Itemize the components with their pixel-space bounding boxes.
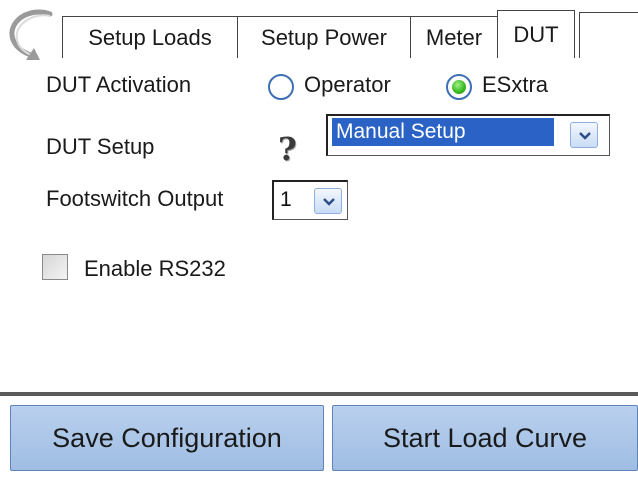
dut-setup-label: DUT Setup xyxy=(46,134,155,159)
footswitch-output-value: 1 xyxy=(280,188,292,211)
tab-bar: Setup Loads Setup Power Meter DUT xyxy=(62,10,575,58)
footswitch-output-label: Footswitch Output xyxy=(46,186,224,211)
divider xyxy=(0,392,638,396)
tab-setup-loads[interactable]: Setup Loads xyxy=(62,16,238,58)
dut-settings-screen: Setup Loads Setup Power Meter DUT DUT Ac… xyxy=(0,0,638,481)
tab-setup-power[interactable]: Setup Power xyxy=(237,16,411,58)
tab-meter[interactable]: Meter xyxy=(410,16,498,58)
chevron-down-icon[interactable] xyxy=(570,122,598,148)
chevron-down-icon[interactable] xyxy=(314,188,342,214)
tab-bar-filler xyxy=(579,12,638,58)
save-configuration-button[interactable]: Save Configuration xyxy=(10,405,324,471)
dut-activation-label: DUT Activation xyxy=(46,72,192,97)
enable-rs232-checkbox[interactable] xyxy=(42,254,68,280)
footswitch-output-select[interactable]: 1 xyxy=(272,180,348,220)
dut-setup-select[interactable]: Manual Setup xyxy=(326,114,610,156)
operator-radio-label[interactable]: Operator xyxy=(304,72,391,98)
start-load-curve-button[interactable]: Start Load Curve xyxy=(332,405,638,471)
tab-dut[interactable]: DUT xyxy=(497,10,575,58)
operator-radio[interactable] xyxy=(268,74,294,100)
esxtra-radio-label[interactable]: ESxtra xyxy=(482,72,548,98)
esxtra-radio[interactable] xyxy=(446,74,472,100)
dut-setup-value: Manual Setup xyxy=(332,118,554,146)
back-arrow-icon[interactable] xyxy=(4,6,68,60)
enable-rs232-label[interactable]: Enable RS232 xyxy=(84,256,226,282)
help-question-icon[interactable]: ? xyxy=(278,132,306,166)
